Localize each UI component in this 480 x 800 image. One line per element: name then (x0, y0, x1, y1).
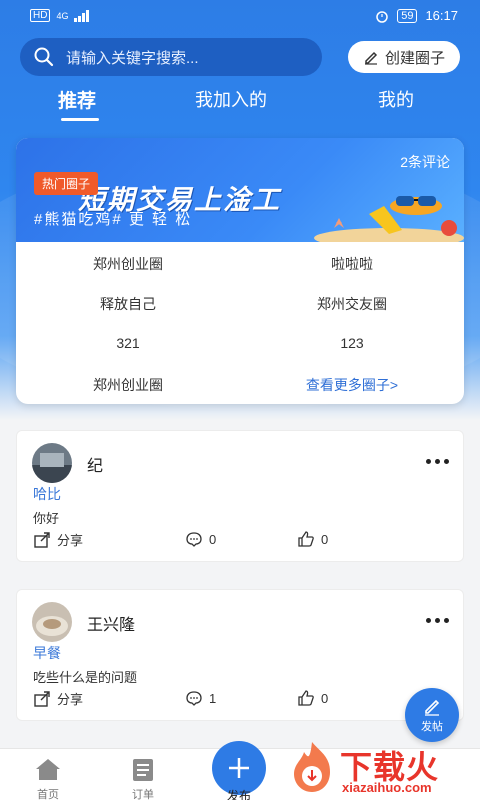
battery-level: 59 (397, 8, 418, 23)
create-circle-label: 创建圈子 (384, 49, 445, 67)
share-label: 分享 (57, 533, 84, 548)
comment-icon (186, 691, 202, 706)
post-circle-tag[interactable]: 哈比 (33, 484, 61, 504)
like-count: 0 (321, 690, 329, 706)
share-icon (34, 690, 50, 707)
post-actions: 分享 1 0 (33, 689, 453, 709)
comment-count: 1 (209, 690, 217, 706)
plus-icon (229, 758, 249, 778)
network-label: 4G (56, 10, 69, 21)
share-button[interactable]: 分享 (33, 689, 83, 708)
post-content: 吃些什么是的问题 (33, 670, 138, 685)
publish-label: 发布 (226, 789, 251, 800)
post-author[interactable]: 纪 (87, 452, 103, 476)
share-label: 分享 (57, 692, 84, 707)
alarm-icon (376, 10, 388, 23)
nav-orders[interactable]: 订单 (113, 757, 173, 800)
share-icon (34, 531, 50, 548)
post-content: 你好 (33, 511, 60, 526)
circle-item[interactable]: 郑州创业圈 (16, 254, 240, 274)
signal-bars-icon (74, 9, 90, 22)
signal-icon: HD (30, 9, 51, 22)
search-placeholder: 请输入关键字搜索... (66, 49, 199, 67)
thumbs-up-icon (298, 690, 314, 706)
tab-recommend[interactable]: 推荐 (58, 86, 96, 113)
tab-mine[interactable]: 我的 (378, 86, 414, 112)
comment-count: 0 (209, 531, 217, 547)
like-button[interactable]: 0 (297, 689, 328, 707)
hot-banner[interactable]: 短期交易上淦工 热门圈子 2条评论 #熊猫吃鸡# 更 轻 松 (16, 138, 464, 242)
post-circle-tag[interactable]: 早餐 (33, 643, 61, 663)
more-options-icon[interactable] (426, 618, 449, 623)
watermark-url: xiazaihuo.com (342, 780, 432, 795)
tab-indicator (61, 118, 99, 121)
circle-item[interactable]: 释放自己 (16, 294, 240, 314)
comment-button[interactable]: 1 (185, 689, 216, 707)
circle-item[interactable]: 123 (240, 335, 464, 351)
avatar[interactable] (32, 443, 72, 483)
avatar[interactable] (32, 602, 72, 642)
comment-count: 2条评论 (400, 154, 450, 170)
clock: 16:17 (425, 8, 458, 23)
search-icon (34, 47, 54, 67)
banner-subtitle: #熊猫吃鸡# 更 轻 松 (34, 211, 193, 228)
clipboard-icon (133, 759, 153, 781)
tab-bar: 推荐 我加入的 我的 (0, 86, 480, 122)
nav-orders-label: 订单 (132, 789, 154, 800)
view-more-circles-link[interactable]: 查看更多圈子> (240, 375, 464, 395)
comment-button[interactable]: 0 (185, 530, 216, 548)
home-icon (36, 759, 60, 780)
thumbs-up-icon (298, 531, 314, 547)
circle-item[interactable]: 郑州交友圈 (240, 294, 464, 314)
comment-icon (186, 532, 202, 547)
new-post-label: 发帖 (421, 721, 443, 733)
post-author[interactable]: 王兴隆 (87, 611, 135, 635)
like-button[interactable]: 0 (297, 530, 328, 548)
watermark-logo: 下载火 xiazaihuo.com (282, 738, 480, 800)
post-actions: 分享 0 0 (33, 530, 453, 550)
beach-illustration (314, 196, 464, 242)
nav-home-label: 首页 (37, 789, 59, 800)
post-card[interactable]: 王兴隆 早餐 吃些什么是的问题 分享 1 0 (16, 589, 464, 721)
share-button[interactable]: 分享 (33, 530, 83, 549)
more-options-icon[interactable] (426, 459, 449, 464)
circle-item[interactable]: 郑州创业圈 (16, 375, 240, 395)
nav-home[interactable]: 首页 (18, 757, 78, 800)
pen-icon (425, 699, 440, 716)
new-post-button[interactable]: 发帖 (405, 688, 459, 742)
status-bar: HD 4G 59 16:17 (0, 0, 480, 34)
circle-item[interactable]: 啦啦啦 (240, 254, 464, 274)
circle-item[interactable]: 321 (16, 335, 240, 351)
tab-joined[interactable]: 我加入的 (195, 86, 267, 112)
fire-logo-icon (294, 742, 330, 792)
edit-icon (364, 51, 378, 65)
post-card[interactable]: 纪 哈比 你好 分享 0 0 (16, 430, 464, 562)
create-circle-button[interactable]: 创建圈子 (348, 41, 460, 73)
hot-tag: 热门圈子 (34, 172, 99, 195)
search-input[interactable]: 请输入关键字搜索... (20, 38, 322, 76)
hot-circles-card[interactable]: 短期交易上淦工 热门圈子 2条评论 #熊猫吃鸡# 更 轻 松 郑州创业圈 啦啦啦… (16, 138, 464, 404)
like-count: 0 (321, 531, 329, 547)
